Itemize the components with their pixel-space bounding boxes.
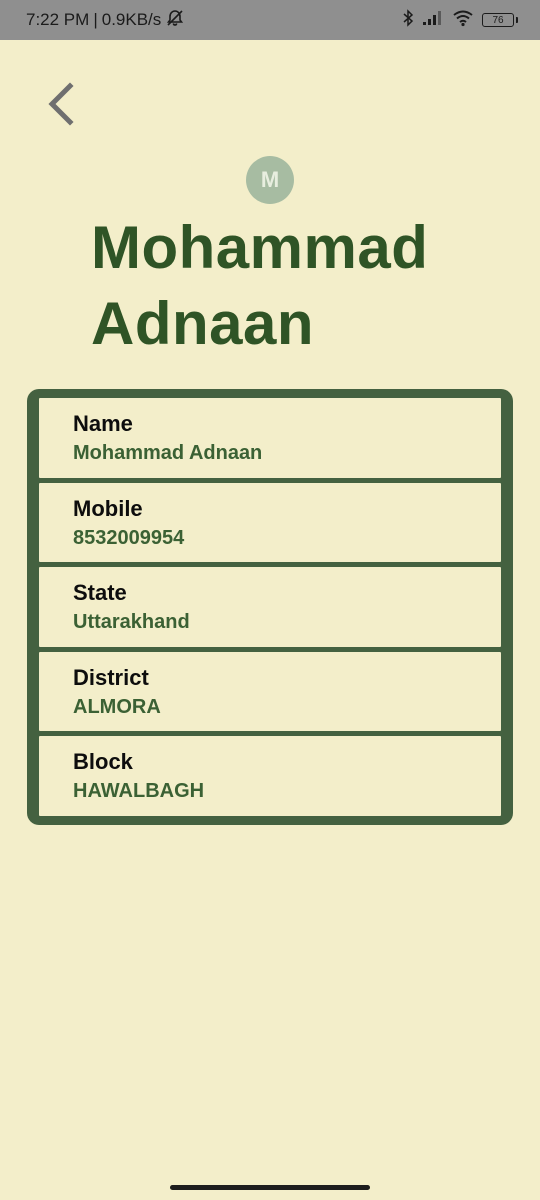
wifi-icon	[452, 9, 474, 32]
status-right: 76	[402, 8, 518, 33]
battery-level: 76	[492, 14, 504, 26]
status-left: 7:22 PM | 0.9KB/s	[26, 8, 185, 33]
bluetooth-icon	[402, 8, 414, 33]
battery-icon: 76	[482, 13, 518, 27]
detail-label: District	[73, 664, 149, 690]
detail-row-district: District ALMORA	[39, 651, 501, 732]
home-indicator[interactable]	[170, 1185, 370, 1190]
detail-row-mobile: Mobile 8532009954	[39, 482, 501, 563]
detail-row-name: Name Mohammad Adnaan	[39, 398, 501, 478]
status-time: 7:22 PM	[26, 10, 90, 29]
details-card: Name Mohammad Adnaan Mobile 8532009954 S…	[27, 389, 513, 825]
detail-row-state: State Uttarakhand	[39, 567, 501, 647]
detail-label: Name	[73, 411, 133, 436]
page-title: Mohammad Adnaan	[91, 214, 429, 357]
detail-label: State	[73, 580, 127, 606]
status-network-speed: 0.9KB/s	[101, 10, 162, 29]
detail-value: Uttarakhand	[73, 611, 190, 634]
back-button[interactable]	[36, 78, 86, 134]
detail-label: Block	[73, 749, 133, 775]
detail-value: 8532009954	[73, 526, 185, 549]
signal-icon	[422, 9, 444, 32]
status-separator: |	[93, 10, 98, 29]
avatar: M	[246, 156, 294, 204]
detail-value: Mohammad Adnaan	[73, 442, 263, 464]
chevron-left-icon	[46, 81, 76, 131]
detail-label: Mobile	[73, 495, 143, 521]
detail-value: ALMORA	[73, 695, 161, 718]
status-bar: 7:22 PM | 0.9KB/s 76	[0, 0, 540, 40]
detail-value: HAWALBAGH	[73, 780, 205, 803]
avatar-initial: M	[260, 167, 280, 192]
bell-off-icon	[165, 8, 185, 33]
detail-row-block: Block HAWALBAGH	[39, 736, 501, 816]
